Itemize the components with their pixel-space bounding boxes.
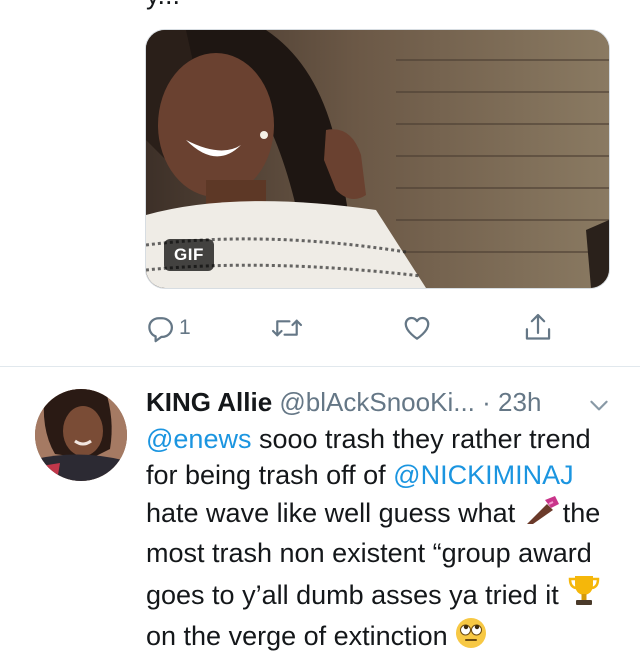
retweet-button[interactable] (270, 310, 304, 346)
reply-count: 1 (179, 316, 191, 339)
avatar[interactable] (35, 389, 127, 481)
gif-image (146, 30, 609, 288)
tweet-text-part-4: on the verge of extinction (146, 621, 456, 652)
tweet-timestamp[interactable]: 23h (498, 387, 541, 417)
mention-nickiminaj[interactable]: @NICKIMINAJ (393, 460, 573, 490)
tweet-text: @enews sooo trash they rather trend for … (146, 421, 616, 658)
trophy-icon (566, 572, 602, 617)
previous-tweet-text: y... (146, 0, 180, 12)
reply-icon (148, 317, 173, 343)
gif-badge: GIF (164, 239, 214, 271)
gif-media[interactable]: GIF (145, 29, 610, 289)
tweet-header: KING Allie @blAckSnooKi... · 23h (146, 384, 541, 420)
display-name[interactable]: KING Allie (146, 387, 272, 417)
share-icon (525, 313, 551, 340)
avatar-image (35, 389, 127, 481)
reply-button[interactable]: 1 (145, 310, 191, 346)
mention-enews[interactable]: @enews (146, 424, 251, 454)
tweet-text-part-2: hate wave like well guess what (146, 497, 523, 528)
tweet-divider (0, 366, 640, 367)
tweet-actions: 1 (145, 310, 575, 346)
chevron-down-icon (590, 400, 608, 411)
header-separator: · (482, 387, 491, 417)
user-handle[interactable]: @blAckSnooKi... (279, 387, 474, 417)
heart-icon (404, 316, 430, 340)
rolling-eyes-icon (455, 617, 487, 658)
like-button[interactable] (401, 310, 433, 346)
retweet-icon (271, 319, 303, 337)
share-button[interactable] (523, 310, 553, 346)
tweet-options-button[interactable] (586, 392, 612, 418)
nail-polish-icon (523, 494, 563, 535)
